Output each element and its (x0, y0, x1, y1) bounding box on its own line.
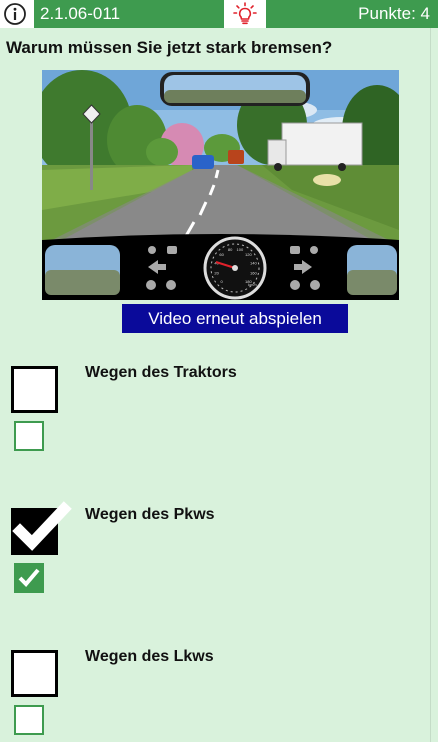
speedometer-tick-label: 100 (237, 247, 244, 252)
speedometer-tick-label: 20 (214, 270, 219, 275)
answer-label-3: Wegen des Lkws (85, 648, 214, 665)
info-button[interactable] (2, 1, 28, 27)
solution-checkbox-2 (14, 563, 44, 593)
info-circle-icon (4, 3, 26, 25)
solution-checkbox-1 (14, 421, 44, 451)
replay-video-button[interactable]: Video erneut abspielen (122, 304, 348, 333)
answer-checkbox-3[interactable] (11, 650, 58, 697)
hint-button[interactable] (226, 0, 264, 28)
checkmark-icon (12, 501, 72, 551)
speedometer-tick-label: 160 (250, 270, 257, 275)
speedometer-tick-label: 140 (250, 261, 257, 266)
answer-checkbox-1[interactable] (11, 366, 58, 413)
question-id: 2.1.06-011 (34, 0, 224, 28)
answer-label-2: Wegen des Pkws (85, 506, 215, 523)
checkmark-icon (18, 568, 40, 587)
answer-checkbox-2[interactable] (11, 501, 72, 555)
speedometer-tick-label: 120 (245, 252, 252, 257)
scroll-edge (430, 28, 431, 742)
video-player[interactable]: 020406080100120140160180 km/h (42, 70, 399, 300)
question-text: Warum müssen Sie jetzt stark bremsen? (6, 38, 333, 57)
speedometer-unit: km/h (248, 282, 257, 287)
answer-label-1: Wegen des Traktors (85, 364, 237, 381)
lightbulb-icon (233, 2, 257, 25)
speedometer-tick-label: 60 (219, 252, 224, 257)
driving-scene-video: 020406080100120140160180 km/h (42, 70, 399, 300)
points-display: Punkte: 4 (266, 0, 438, 28)
solution-checkbox-3 (14, 705, 44, 735)
speedometer-tick-label: 80 (228, 247, 233, 252)
top-bar: 2.1.06-011 Punkte: 4 (0, 0, 438, 28)
